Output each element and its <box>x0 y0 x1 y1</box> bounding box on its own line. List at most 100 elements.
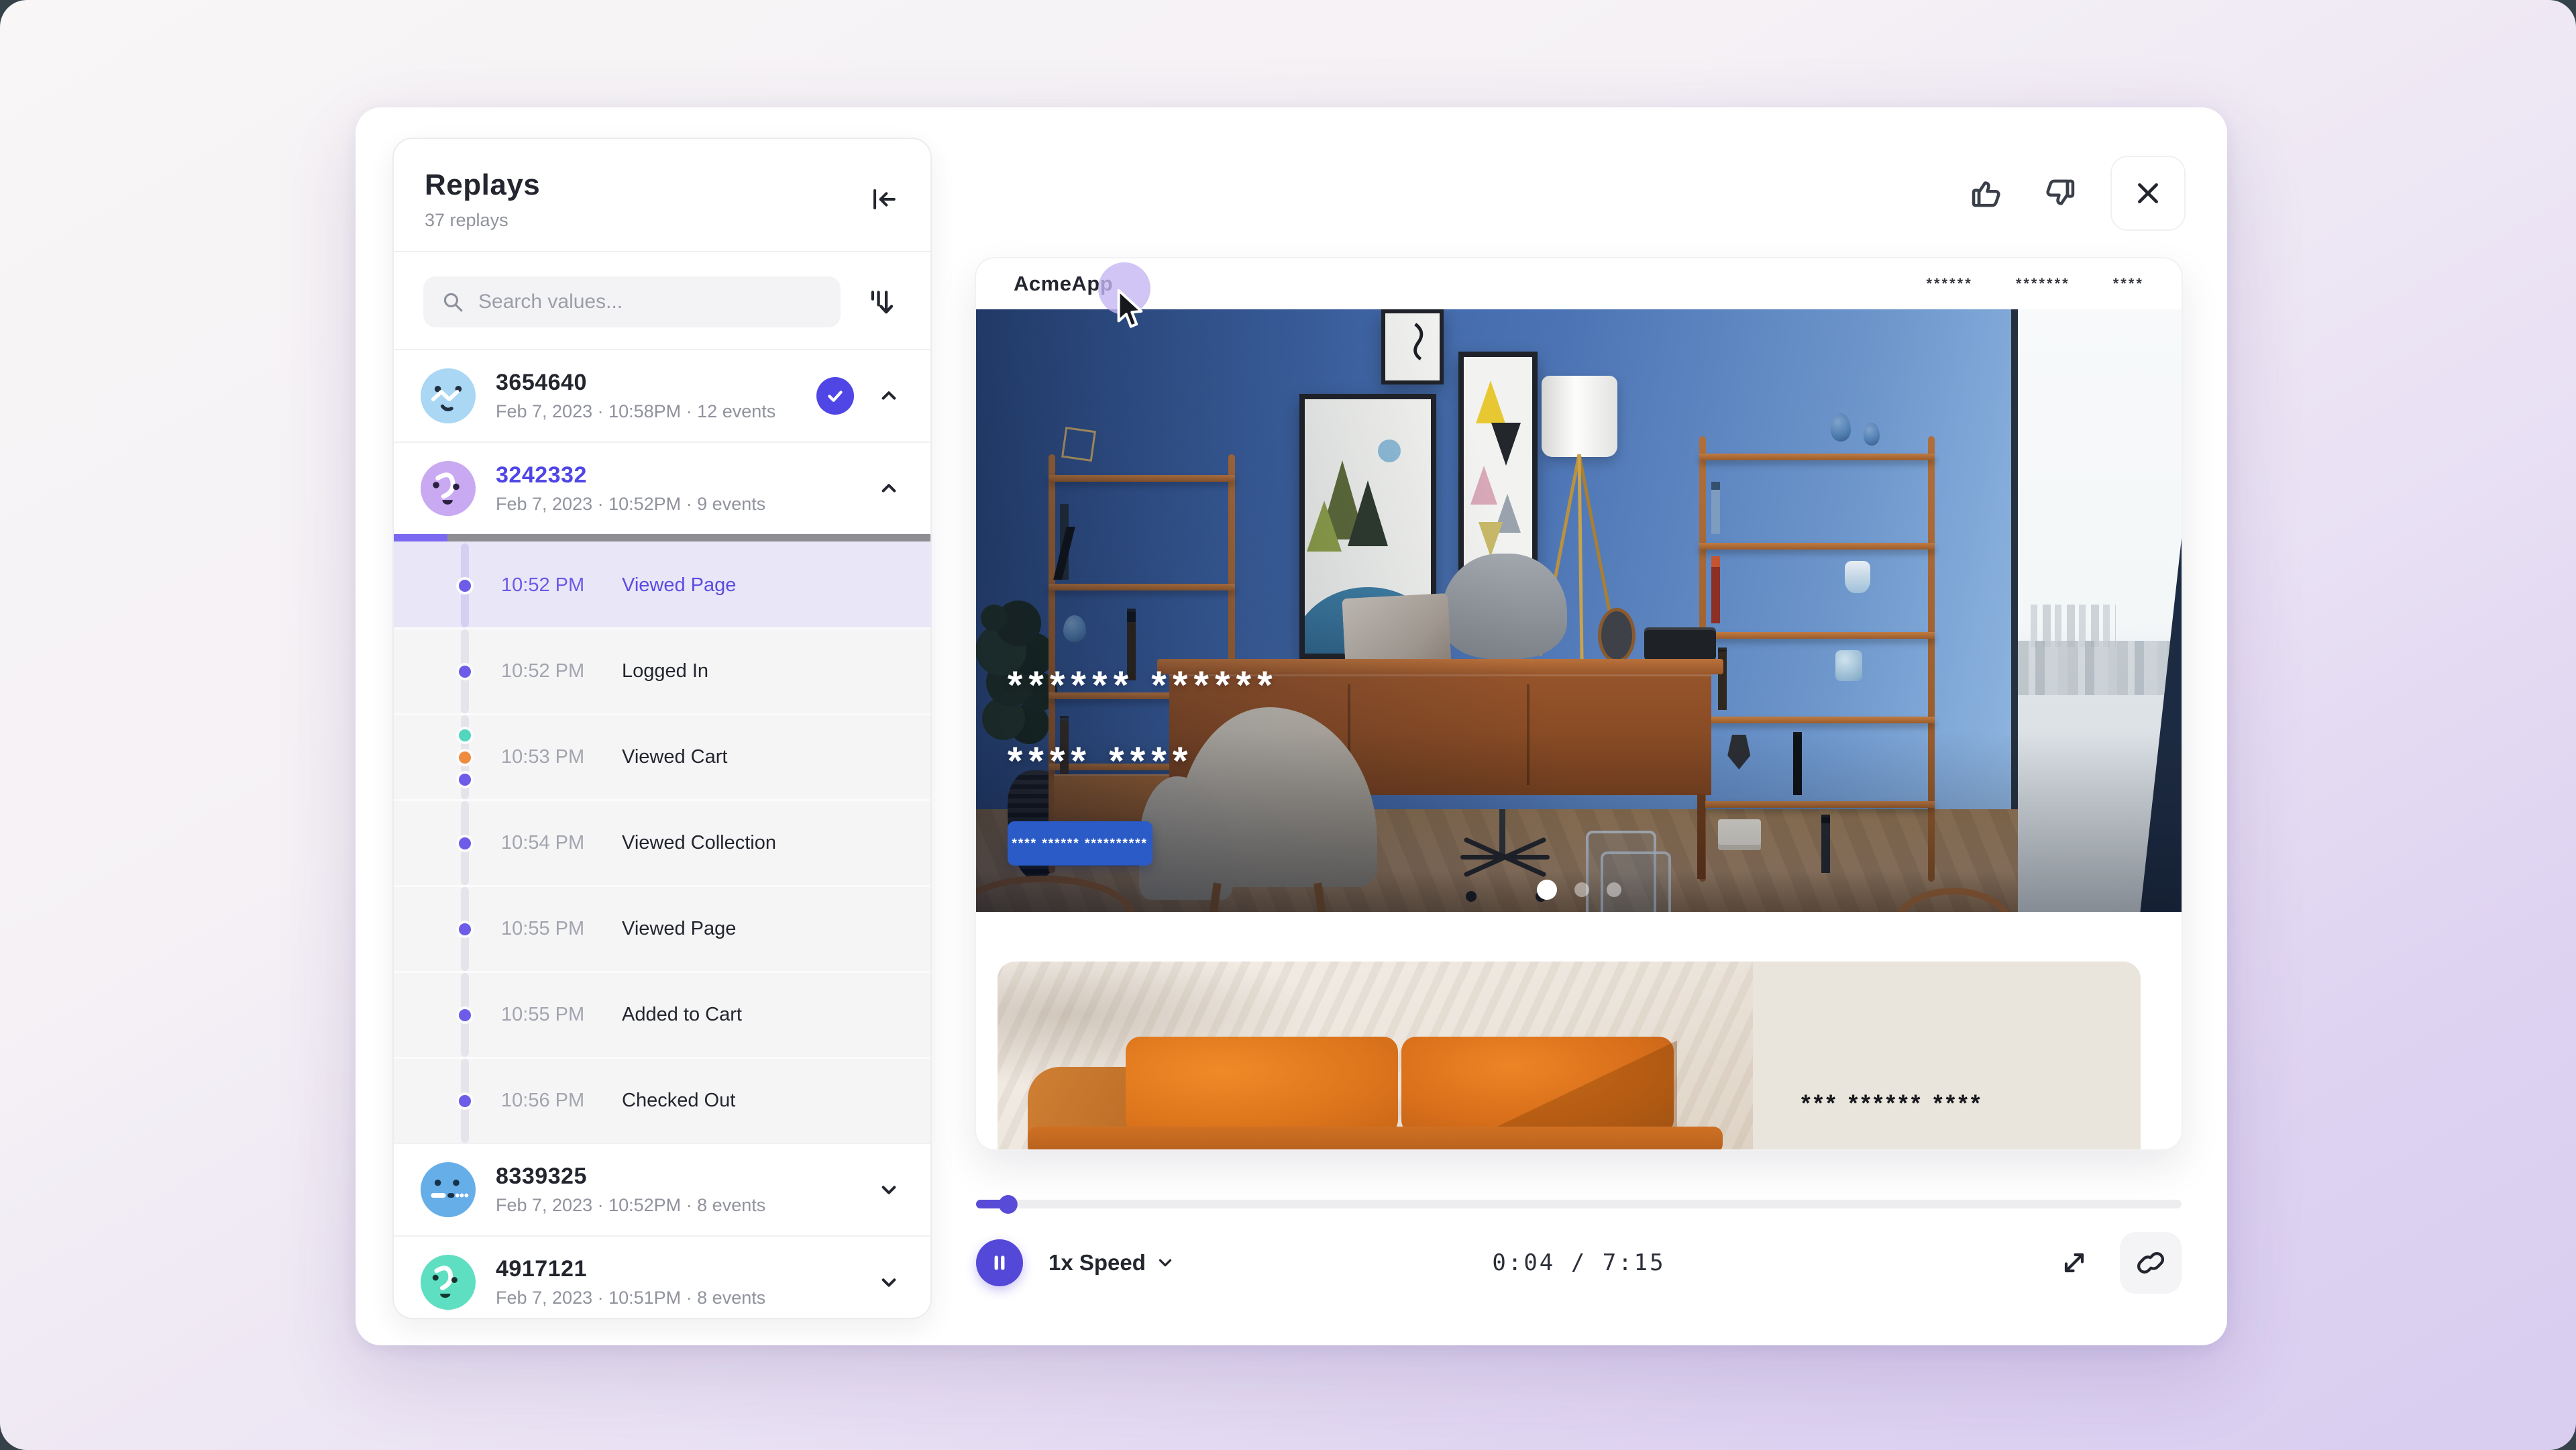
avatar <box>421 368 476 423</box>
event-label: Viewed Page <box>622 574 736 597</box>
avatar <box>421 461 476 516</box>
pause-button[interactable] <box>976 1239 1023 1286</box>
time-divider: / <box>1571 1249 1587 1276</box>
event-dot <box>456 1092 474 1110</box>
session-row[interactable]: 3242332 Feb 7, 2023 · 10:52PM · 9 events <box>394 442 930 534</box>
search-row <box>394 252 930 349</box>
event-row[interactable]: 10:54 PM Viewed Collection <box>394 799 930 885</box>
session-info: 3654640 Feb 7, 2023 · 10:58PM · 12 event… <box>496 370 796 422</box>
cursor-pointer-icon <box>1114 289 1145 331</box>
event-dot-orange <box>456 749 474 766</box>
masked-cta-label: **** ****** ********** <box>1012 839 1147 848</box>
player-top-actions <box>1966 156 2186 231</box>
speed-label: 1x Speed <box>1049 1250 1146 1276</box>
event-dot <box>456 771 474 788</box>
event-dot <box>456 835 474 852</box>
event-time: 10:52 PM <box>501 660 622 682</box>
event-row[interactable]: 10:52 PM Logged In <box>394 627 930 713</box>
thumbs-down-button[interactable] <box>2038 172 2081 215</box>
carousel-dots[interactable] <box>976 882 2182 900</box>
masked-cta-button[interactable]: **** ****** ********** <box>1008 821 1152 866</box>
vignette-overlay <box>976 309 2182 912</box>
event-dot <box>456 1006 474 1024</box>
event-time: 10:56 PM <box>501 1090 622 1112</box>
event-row[interactable]: 10:55 PM Added to Cart <box>394 971 930 1057</box>
masked-nav-item: **** <box>2113 278 2144 290</box>
link-icon <box>2133 1245 2168 1280</box>
watched-check-badge <box>816 377 854 415</box>
session-id: 8339325 <box>496 1163 854 1190</box>
chevron-down-icon <box>1155 1253 1175 1273</box>
search-input[interactable] <box>477 290 823 314</box>
carousel-dot-active[interactable] <box>1537 880 1557 900</box>
session-id: 3654640 <box>496 370 796 396</box>
event-time: 10:55 PM <box>501 1004 622 1026</box>
carousel-dot[interactable] <box>1574 882 1589 897</box>
chevron-up-icon[interactable] <box>874 474 904 503</box>
event-time: 10:54 PM <box>501 832 622 854</box>
event-dot-teal <box>456 727 474 744</box>
replayed-site-header: AcmeApp ****** ******* **** <box>976 258 2182 309</box>
session-row[interactable]: 8339325 Feb 7, 2023 · 10:52PM · 8 events <box>394 1143 930 1235</box>
session-meta: Feb 7, 2023 · 10:51PM · 8 events <box>496 1288 854 1308</box>
session-row[interactable]: 4917121 Feb 7, 2023 · 10:51PM · 8 events <box>394 1235 930 1319</box>
session-meta: Feb 7, 2023 · 10:52PM · 9 events <box>496 494 854 515</box>
time-current: 0:04 <box>1492 1249 1555 1276</box>
event-label: Logged In <box>622 660 708 682</box>
masked-text-panel: *** ****** **** <box>1753 962 2141 1149</box>
session-row[interactable]: 3654640 Feb 7, 2023 · 10:58PM · 12 event… <box>394 349 930 442</box>
event-row[interactable]: 10:55 PM Viewed Page <box>394 885 930 971</box>
chevron-up-icon[interactable] <box>874 381 904 411</box>
session-meta: Feb 7, 2023 · 10:52PM · 8 events <box>496 1195 854 1216</box>
close-icon <box>2133 178 2163 208</box>
replay-viewport: AcmeApp ****** ******* **** <box>976 258 2182 1149</box>
collapse-sidebar-button[interactable] <box>866 182 901 217</box>
time-display: 0:04 / 7:15 <box>1492 1249 1665 1276</box>
replays-count: 37 replays <box>425 210 900 231</box>
pause-icon <box>988 1251 1011 1274</box>
sort-button[interactable] <box>858 280 901 323</box>
event-label: Viewed Collection <box>622 832 776 854</box>
avatar <box>421 1162 476 1217</box>
fullscreen-button[interactable] <box>2054 1243 2094 1283</box>
search-input-wrapper[interactable] <box>423 276 841 327</box>
event-label: Added to Cart <box>622 1004 742 1026</box>
event-time: 10:53 PM <box>501 746 622 768</box>
progress-handle[interactable] <box>999 1195 1018 1214</box>
event-dot <box>456 921 474 938</box>
page-title: Replays <box>425 168 900 202</box>
event-row[interactable]: 10:53 PM Viewed Cart <box>394 713 930 799</box>
expand-icon <box>2058 1247 2090 1279</box>
speed-selector[interactable]: 1x Speed <box>1049 1250 1175 1276</box>
event-label: Viewed Page <box>622 918 736 940</box>
event-time: 10:52 PM <box>501 574 622 597</box>
chevron-down-icon[interactable] <box>874 1175 904 1204</box>
screen: Replays 37 replays <box>0 0 2576 1450</box>
session-meta: Feb 7, 2023 · 10:58PM · 12 events <box>496 401 796 422</box>
event-row[interactable]: 10:56 PM Checked Out <box>394 1057 930 1143</box>
session-id: 3242332 <box>496 462 854 488</box>
masked-nav-item: ******* <box>2016 278 2070 290</box>
event-time: 10:55 PM <box>501 918 622 940</box>
event-dot <box>456 577 474 594</box>
carousel-dot[interactable] <box>1607 882 1621 897</box>
session-playback-progress[interactable] <box>394 534 930 541</box>
sort-descending-icon <box>862 284 897 319</box>
session-info: 8339325 Feb 7, 2023 · 10:52PM · 8 events <box>496 1163 854 1216</box>
event-row[interactable]: 10:52 PM Viewed Page <box>394 541 930 627</box>
thumbs-up-button[interactable] <box>1966 172 2008 215</box>
replay-modal: Replays 37 replays <box>356 107 2227 1345</box>
session-id: 4917121 <box>496 1256 854 1282</box>
hero-image: ****** ****** **** **** **** ****** ****… <box>976 309 2182 912</box>
copy-link-button[interactable] <box>2120 1232 2182 1294</box>
event-label: Viewed Cart <box>622 746 727 768</box>
thumbs-down-icon <box>2040 174 2079 213</box>
sidebar-header: Replays 37 replays <box>394 139 930 251</box>
playback-progress-bar[interactable] <box>976 1200 2182 1208</box>
close-button[interactable] <box>2110 156 2186 231</box>
app-background: Replays 37 replays <box>0 0 2576 1450</box>
masked-hero-heading-line2: **** **** <box>1008 749 1194 774</box>
chevron-down-icon[interactable] <box>874 1267 904 1297</box>
replays-sidebar: Replays 37 replays <box>392 138 932 1319</box>
time-total: 7:15 <box>1603 1249 1666 1276</box>
